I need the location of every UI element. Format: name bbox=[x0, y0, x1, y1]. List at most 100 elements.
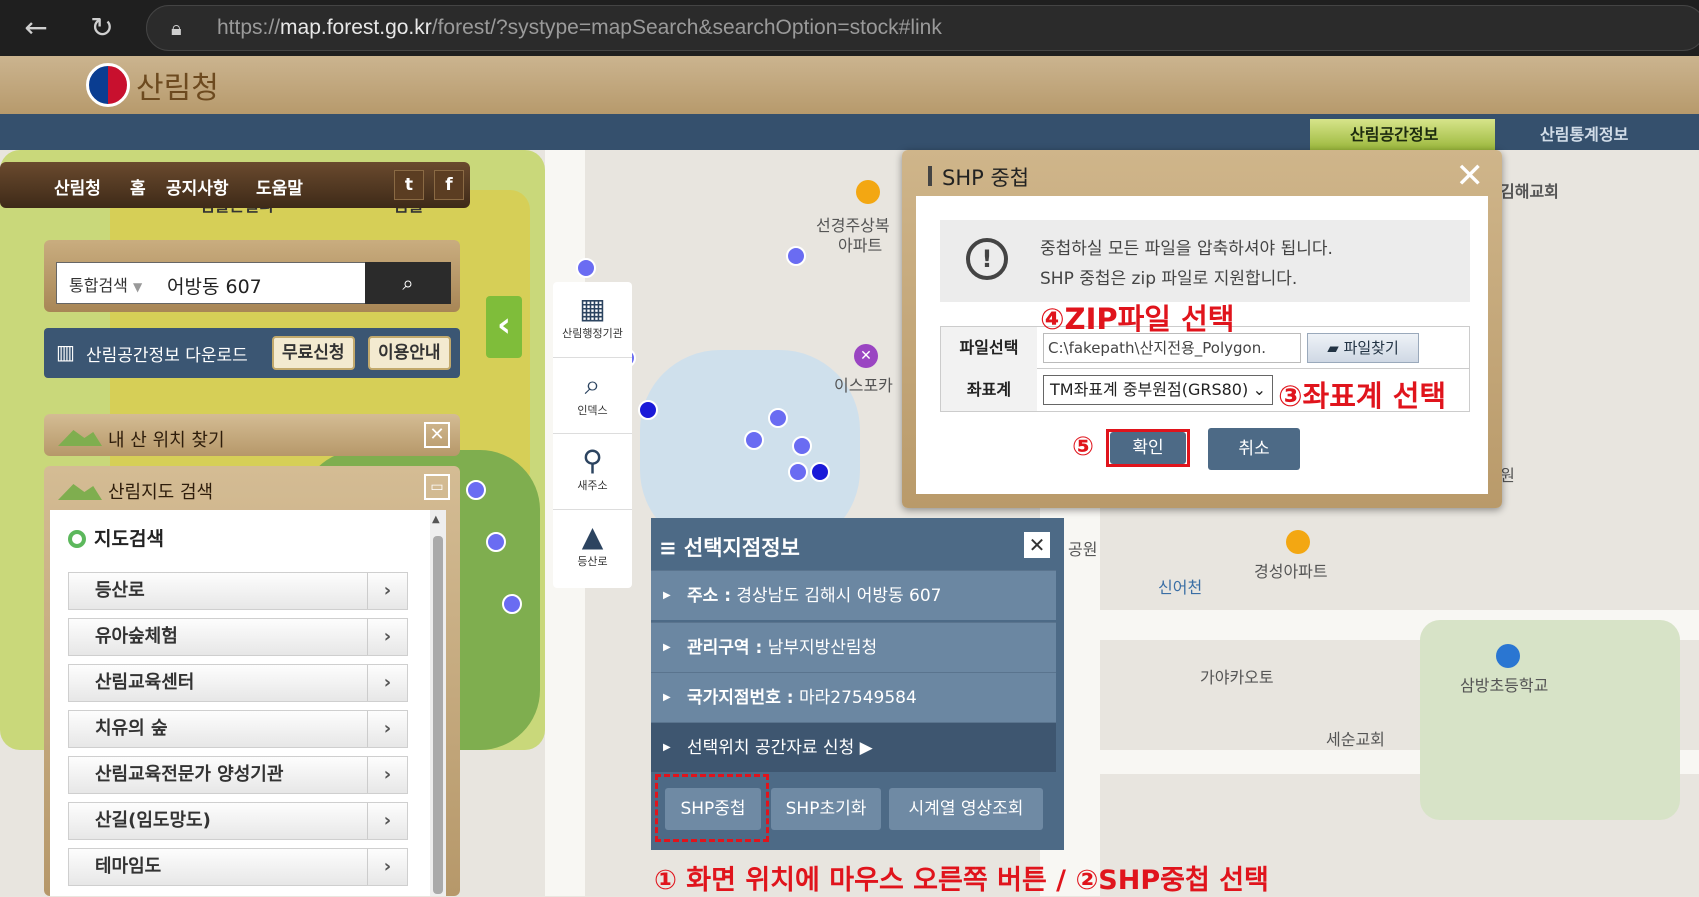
map-marker[interactable] bbox=[576, 258, 596, 278]
map-icon: ▥ bbox=[56, 340, 75, 364]
circle-bullet-icon bbox=[68, 530, 86, 548]
map-marker[interactable] bbox=[786, 246, 806, 266]
map-marker[interactable] bbox=[768, 408, 788, 428]
apartment-poi-icon[interactable] bbox=[856, 180, 880, 204]
map-marker[interactable] bbox=[466, 480, 486, 500]
tool-index[interactable]: ⌕ 인덱스 bbox=[553, 358, 632, 434]
list-item[interactable]: 산길(임도망도) › bbox=[68, 802, 408, 840]
search-button[interactable]: ⌕ bbox=[365, 262, 451, 304]
chevron-left-icon: ‹ bbox=[496, 305, 511, 345]
search-type-select[interactable]: 통합검색 ▼ bbox=[69, 272, 142, 296]
map-marker[interactable] bbox=[486, 532, 506, 552]
close-icon[interactable]: ✕ bbox=[424, 422, 450, 448]
crs-select[interactable]: TM좌표계 중부원점(GRS80) ⌄ bbox=[1043, 375, 1273, 405]
search-input[interactable]: 통합검색 ▼ 어방동 607 bbox=[56, 262, 366, 304]
map-label: 아파트 bbox=[838, 236, 883, 255]
dialog-body: ! 중첩하실 모든 파일을 압축하셔야 됩니다. SHP 중첩은 zip 파일로… bbox=[916, 196, 1488, 494]
list-item[interactable]: 산림교육센터 › bbox=[68, 664, 408, 702]
selected-point-title: ≡ 선택지점정보 bbox=[659, 536, 800, 560]
list-item[interactable]: 유아숲체험 › bbox=[68, 618, 408, 656]
mountain-icon bbox=[58, 430, 102, 446]
map-label: 가야카오토 bbox=[1200, 668, 1274, 687]
school-poi-icon[interactable] bbox=[1496, 644, 1520, 668]
shp-reset-button[interactable]: SHP초기화 bbox=[771, 788, 881, 830]
time-series-button[interactable]: 시계열 영상조회 bbox=[889, 788, 1043, 830]
logo-text: 산림청 bbox=[136, 71, 219, 106]
chevron-right-icon: › bbox=[367, 619, 407, 655]
tool-new-address[interactable]: ⚲ 새주소 bbox=[553, 434, 632, 510]
search-value: 어방동 607 bbox=[167, 276, 262, 298]
korea-gov-emblem-icon bbox=[86, 63, 130, 107]
map-marker[interactable] bbox=[502, 594, 522, 614]
management-area-row: 관리구역 : 남부지방산림청 bbox=[651, 622, 1056, 673]
nav-help[interactable]: 도움말 bbox=[256, 174, 303, 199]
list-item[interactable]: 치유의 숲 › bbox=[68, 710, 408, 748]
search-box: 통합검색 ▼ 어방동 607 ⌕ bbox=[44, 240, 460, 312]
close-icon[interactable]: ✕ bbox=[1024, 532, 1050, 558]
facebook-icon[interactable]: f bbox=[434, 170, 464, 200]
close-icon[interactable]: ✕ bbox=[1456, 156, 1485, 196]
national-point-row: 국가지점번호 : 마라27549584 bbox=[651, 672, 1056, 723]
free-apply-button[interactable]: 무료신청 bbox=[272, 336, 355, 370]
tab-forest-statistics[interactable]: 산림통계정보 bbox=[1500, 119, 1685, 150]
usage-guide-button[interactable]: 이용안내 bbox=[368, 336, 451, 370]
left-top-nav: 산림청 홈 공지사항 도움말 t f bbox=[0, 162, 470, 208]
chevron-right-icon: › bbox=[367, 803, 407, 839]
map-label: 신어천 bbox=[1158, 578, 1203, 597]
site-header: 산림청 bbox=[0, 56, 1699, 114]
scroll-up-icon[interactable]: ▲ bbox=[432, 514, 440, 525]
list-item[interactable]: 테마임도 › bbox=[68, 848, 408, 886]
map-tools: ▦ 산림행정기관 ⌕ 인덱스 ⚲ 새주소 ▲ 등산로 bbox=[553, 282, 632, 588]
map-marker[interactable] bbox=[792, 436, 812, 456]
map-marker[interactable] bbox=[788, 462, 808, 482]
building-icon: ▦ bbox=[579, 292, 606, 325]
lock-icon[interactable]: 🔒︎ bbox=[171, 16, 182, 40]
poi-icon[interactable]: ✕ bbox=[854, 344, 878, 368]
back-arrow-icon[interactable]: ← bbox=[18, 10, 54, 46]
info-text: SHP 중첩은 zip 파일로 지원합니다. bbox=[1040, 269, 1298, 289]
apartment-poi-icon[interactable] bbox=[1286, 530, 1310, 554]
chevron-right-icon: › bbox=[367, 665, 407, 701]
map-label: 공원 bbox=[1068, 540, 1098, 559]
reload-icon[interactable]: ↻ bbox=[84, 10, 120, 46]
search-icon: ⌕ bbox=[402, 271, 414, 295]
scroll-thumb[interactable] bbox=[433, 536, 443, 894]
map-label: 삼방초등학교 bbox=[1460, 676, 1549, 695]
address-bar[interactable]: 🔒︎ https://map.forest.go.kr/forest/?syst… bbox=[146, 5, 1699, 51]
info-box: ! 중첩하실 모든 파일을 압축하셔야 됩니다. SHP 중첩은 zip 파일로… bbox=[940, 220, 1470, 302]
chevron-right-icon: › bbox=[367, 573, 407, 609]
map-marker[interactable] bbox=[638, 400, 658, 420]
chevron-down-icon: ▼ bbox=[132, 280, 143, 294]
site-logo[interactable]: 산림청 bbox=[86, 62, 219, 108]
park-area bbox=[1420, 620, 1680, 820]
list-scrollbar[interactable]: ▲ bbox=[430, 510, 446, 896]
tool-trails[interactable]: ▲ 등산로 bbox=[553, 510, 632, 586]
exclamation-icon: ! bbox=[966, 238, 1008, 280]
list-item[interactable]: 등산로 › bbox=[68, 572, 408, 610]
mountain-icon: ▲ bbox=[581, 520, 604, 553]
annotation-step4: ④ZIP파일 선택 bbox=[1040, 302, 1235, 336]
map-marker[interactable] bbox=[810, 462, 830, 482]
tab-forest-spatial-info[interactable]: 산림공간정보 bbox=[1310, 119, 1495, 150]
crs-label: 좌표계 bbox=[941, 369, 1037, 411]
address-row: 주소 : 경상남도 김해시 어방동 607 bbox=[651, 570, 1056, 621]
panel-title: 산림지도 검색 bbox=[108, 482, 214, 503]
map-marker[interactable] bbox=[744, 430, 764, 450]
map-search-heading: 지도검색 bbox=[68, 524, 164, 551]
url-text[interactable]: https://map.forest.go.kr/forest/?systype… bbox=[217, 16, 942, 40]
tool-admin-offices[interactable]: ▦ 산림행정기관 bbox=[553, 282, 632, 358]
map-search-list: 지도검색 등산로 › 유아숲체험 › 산림교육센터 › 치유의 숲 › 산림교육전문가 … bbox=[50, 510, 430, 896]
spatial-data-request-link[interactable]: 선택위치 공간자료 신청 ▶ bbox=[651, 722, 1056, 773]
map-label: 김해교회 bbox=[1500, 182, 1559, 201]
twitter-icon[interactable]: t bbox=[394, 170, 424, 200]
minimize-icon[interactable]: ▭ bbox=[424, 474, 450, 500]
nav-home[interactable]: 홈 bbox=[130, 174, 146, 199]
nav-forest-service[interactable]: 산림청 bbox=[54, 174, 101, 199]
cancel-button[interactable]: 취소 bbox=[1208, 428, 1300, 470]
my-mountain-panel[interactable]: 내 산 위치 찾기 ✕ bbox=[44, 414, 460, 456]
nav-notice[interactable]: 공지사항 bbox=[166, 174, 229, 199]
chevron-right-icon: › bbox=[367, 849, 407, 885]
list-item[interactable]: 산림교육전문가 양성기관 › bbox=[68, 756, 408, 794]
collapse-panel-button[interactable]: ‹ bbox=[486, 296, 522, 358]
file-browse-button[interactable]: ▰ 파일찾기 bbox=[1307, 333, 1419, 363]
